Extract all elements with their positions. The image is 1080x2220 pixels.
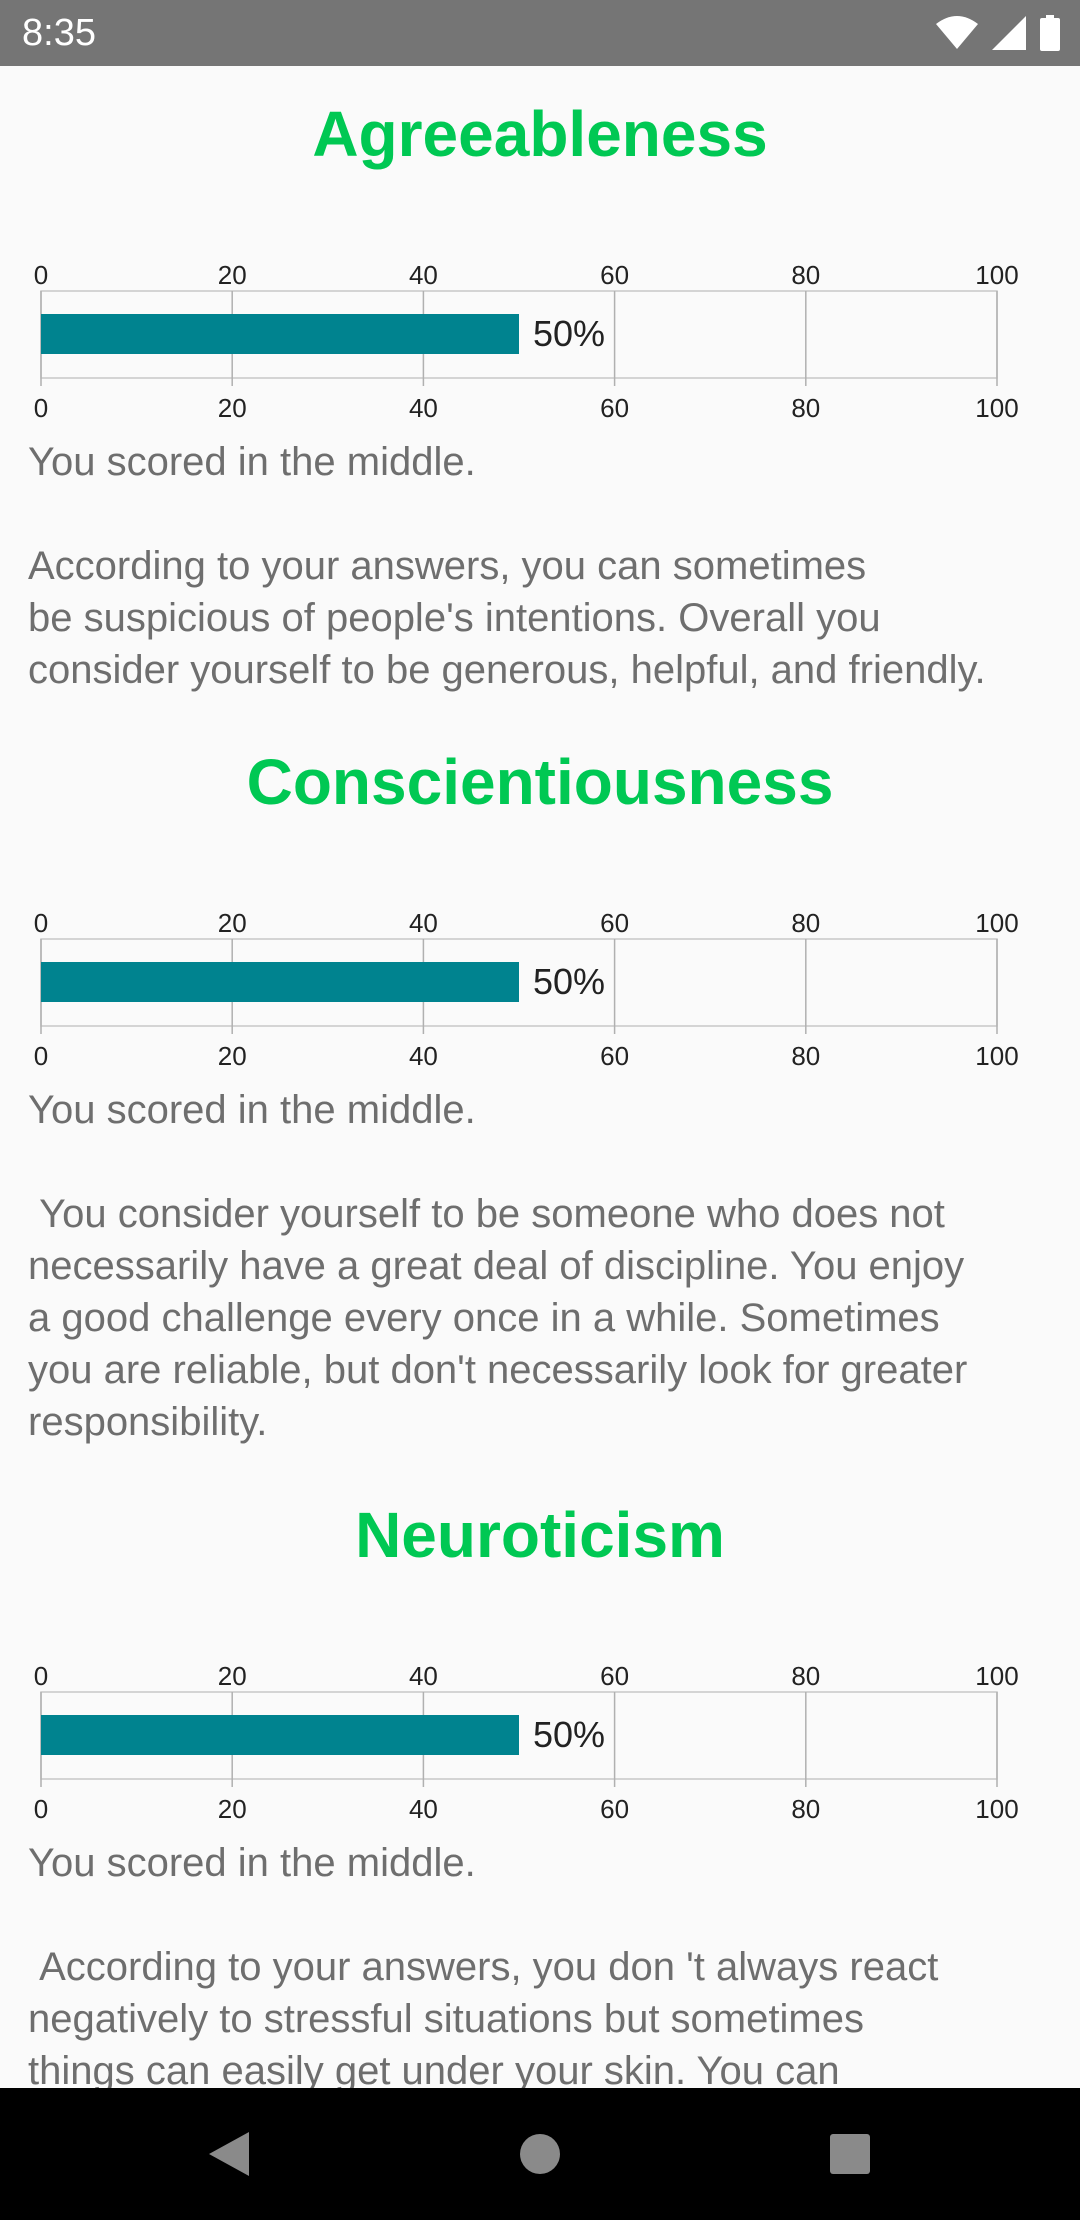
tick-label-bottom: 60 <box>600 1041 629 1071</box>
score-result-text: You scored in the middle. <box>28 1841 476 1885</box>
tick-label-top: 0 <box>34 908 48 938</box>
status-bar: 8:35 <box>0 0 1080 66</box>
tick-label-top: 80 <box>791 908 820 938</box>
tick-label-top: 0 <box>34 1661 48 1691</box>
tick-label-bottom: 20 <box>218 1041 247 1071</box>
back-icon[interactable] <box>200 2124 260 2184</box>
tick-label-top: 100 <box>975 260 1018 290</box>
tick-label-top: 60 <box>600 908 629 938</box>
tick-label-top: 60 <box>600 260 629 290</box>
wifi-icon <box>936 16 978 50</box>
tick-label-bottom: 40 <box>409 1041 438 1071</box>
navigation-bar <box>0 2088 1080 2220</box>
score-result-text: You scored in the middle. <box>28 440 476 484</box>
tick-label-top: 20 <box>218 1661 247 1691</box>
tick-label-bottom: 100 <box>975 393 1018 423</box>
tick-label-bottom: 20 <box>218 1794 247 1824</box>
tick-label-bottom: 80 <box>791 393 820 423</box>
score-chart: 0 0 20 20 40 40 60 60 80 80 100 100 50% <box>0 258 1080 428</box>
tick-label-top: 100 <box>975 908 1018 938</box>
tick-label-bottom: 40 <box>409 1794 438 1824</box>
tick-label-top: 100 <box>975 1661 1018 1691</box>
score-chart-svg: 0 0 20 20 40 40 60 60 80 80 100 100 50% <box>34 260 1019 423</box>
status-time: 8:35 <box>22 12 96 54</box>
tick-label-top: 20 <box>218 908 247 938</box>
tick-label-bottom: 80 <box>791 1794 820 1824</box>
tick-label-bottom: 0 <box>34 1041 48 1071</box>
tick-label-top: 60 <box>600 1661 629 1691</box>
home-icon[interactable] <box>510 2124 570 2184</box>
tick-label-bottom: 40 <box>409 393 438 423</box>
tick-label-bottom: 0 <box>34 393 48 423</box>
score-chart-svg: 0 0 20 20 40 40 60 60 80 80 100 100 50% <box>34 1661 1019 1824</box>
score-result-text: You scored in the middle. <box>28 1088 476 1132</box>
status-icons <box>936 14 1060 52</box>
score-chart: 0 0 20 20 40 40 60 60 80 80 100 100 50% <box>0 906 1080 1076</box>
tick-label-top: 0 <box>34 260 48 290</box>
trait-description: According to your answers, you don 't al… <box>28 1945 939 2088</box>
results-content[interactable]: Agreeableness 0 0 20 20 40 40 60 60 80 80 100 100 50… <box>0 66 1080 2088</box>
tick-label-top: 80 <box>791 260 820 290</box>
tick-label-bottom: 60 <box>600 1794 629 1824</box>
bar-value-label: 50% <box>533 1714 605 1755</box>
recents-icon[interactable] <box>820 2124 880 2184</box>
trait-description: According to your answers, you can somet… <box>28 544 986 692</box>
battery-icon <box>1040 15 1060 51</box>
tick-label-bottom: 20 <box>218 393 247 423</box>
tick-label-bottom: 60 <box>600 393 629 423</box>
tick-label-top: 40 <box>409 908 438 938</box>
trait-title: Conscientiousness <box>246 746 834 818</box>
cellular-signal-icon <box>992 16 1026 50</box>
bar-value-label: 50% <box>533 961 605 1002</box>
tick-label-top: 80 <box>791 1661 820 1691</box>
trait-title: Agreeableness <box>312 98 768 170</box>
tick-label-bottom: 100 <box>975 1041 1018 1071</box>
score-bar <box>41 1715 519 1755</box>
tick-label-bottom: 100 <box>975 1794 1018 1824</box>
score-bar <box>41 962 519 1002</box>
trait-description: You consider yourself to be someone who … <box>28 1192 968 1444</box>
score-bar <box>41 314 519 354</box>
bar-value-label: 50% <box>533 313 605 354</box>
score-chart: 0 0 20 20 40 40 60 60 80 80 100 100 50% <box>0 1659 1080 1829</box>
tick-label-top: 40 <box>409 1661 438 1691</box>
tick-label-top: 20 <box>218 260 247 290</box>
tick-label-top: 40 <box>409 260 438 290</box>
score-chart-svg: 0 0 20 20 40 40 60 60 80 80 100 100 50% <box>34 908 1019 1071</box>
tick-label-bottom: 80 <box>791 1041 820 1071</box>
tick-label-bottom: 0 <box>34 1794 48 1824</box>
trait-title: Neuroticism <box>355 1499 725 1571</box>
